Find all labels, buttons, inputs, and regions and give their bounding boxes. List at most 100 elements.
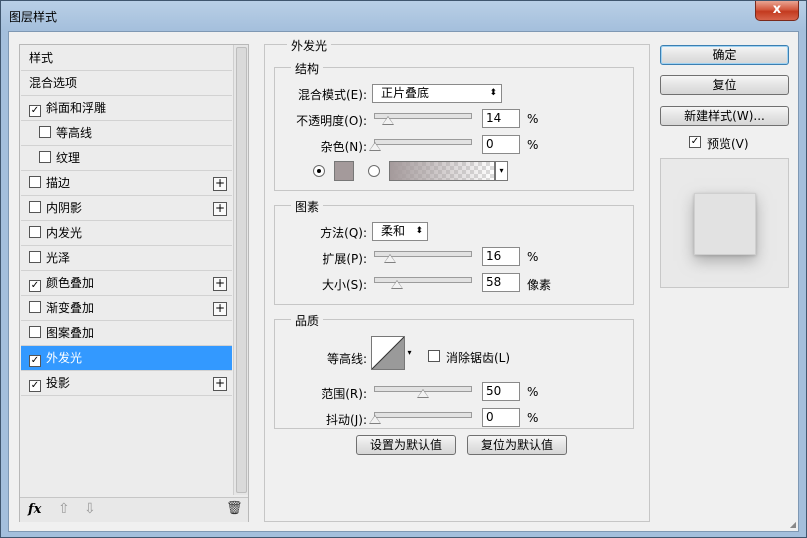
spread-unit: % — [527, 250, 539, 264]
style-item-checkbox[interactable] — [29, 301, 41, 313]
window-title: 图层样式 — [9, 10, 58, 24]
size-label: 大小(S): — [321, 278, 367, 292]
make-default-button[interactable]: 设置为默认值 — [356, 435, 456, 455]
move-up-icon[interactable]: ⇧ — [58, 501, 70, 517]
structure-title: 结构 — [291, 60, 324, 77]
select-arrow-icon: ⬍ — [415, 226, 423, 236]
gradient-dropdown-icon[interactable]: ▾ — [495, 161, 508, 181]
reset-to-default-button[interactable]: 复位为默认值 — [467, 435, 567, 455]
range-slider[interactable] — [374, 386, 472, 398]
add-style-instance-icon[interactable]: + — [213, 377, 227, 391]
ok-button[interactable]: 确定 — [660, 45, 789, 65]
style-item-checkbox[interactable]: ✓ — [29, 280, 41, 292]
elements-group: 图素 方法(Q): 柔和 ⬍ 扩展(P): 16 % 大小(S): 58 像素 — [274, 198, 634, 305]
size-input[interactable]: 58 — [482, 273, 520, 292]
range-label: 范围(R): — [321, 387, 367, 401]
new-style-button[interactable]: 新建样式(W)... — [660, 106, 789, 126]
style-item-checkbox[interactable] — [29, 201, 41, 213]
structure-group: 结构 混合模式(E): 正片叠底 ⬍ 不透明度(O): 14 % 杂色(N): … — [274, 60, 634, 191]
style-item-checkbox[interactable] — [39, 126, 51, 138]
fx-icon[interactable]: fx — [28, 502, 41, 517]
spread-slider-thumb[interactable] — [384, 254, 397, 263]
gradient-picker[interactable] — [389, 161, 495, 181]
style-item-3[interactable]: 等高线 — [21, 121, 232, 146]
reset-button[interactable]: 复位 — [660, 75, 789, 95]
jitter-slider-thumb[interactable] — [369, 415, 381, 424]
close-button[interactable]: x — [755, 1, 799, 21]
style-item-label: 颜色叠加 — [46, 276, 95, 290]
style-item-2[interactable]: ✓ 斜面和浮雕 — [21, 96, 232, 121]
style-item-checkbox[interactable] — [29, 251, 41, 263]
preview-label[interactable]: 预览(V) — [707, 135, 749, 152]
scrollbar-thumb[interactable] — [236, 47, 247, 493]
antialias-label[interactable]: 消除锯齿(L) — [446, 349, 510, 366]
range-input[interactable]: 50 — [482, 382, 520, 401]
move-down-icon[interactable]: ⇩ — [84, 501, 96, 517]
style-item-0[interactable]: 样式 — [21, 46, 232, 71]
noise-slider[interactable] — [369, 139, 472, 151]
size-slider[interactable] — [374, 277, 472, 289]
style-item-label: 图案叠加 — [46, 326, 95, 340]
noise-slider-thumb[interactable] — [369, 142, 381, 151]
opacity-label: 不透明度(O): — [296, 114, 367, 128]
title-bar[interactable]: 图层样式 x — [1, 1, 806, 31]
style-item-checkbox[interactable] — [29, 176, 41, 188]
style-item-label: 渐变叠加 — [46, 301, 95, 315]
style-item-9[interactable]: ✓ 颜色叠加 + — [21, 271, 232, 296]
style-item-5[interactable]: 描边 + — [21, 171, 232, 196]
style-item-label: 混合选项 — [29, 76, 78, 90]
style-item-checkbox[interactable] — [29, 326, 41, 338]
contour-dropdown-icon[interactable]: ▾ — [406, 336, 413, 370]
jitter-input[interactable]: 0 — [482, 408, 520, 427]
add-style-instance-icon[interactable]: + — [213, 302, 227, 316]
range-slider-thumb[interactable] — [417, 389, 429, 398]
style-item-10[interactable]: 渐变叠加 + — [21, 296, 232, 321]
noise-label: 杂色(N): — [320, 140, 367, 154]
style-item-checkbox[interactable] — [39, 151, 51, 163]
opacity-input[interactable]: 14 — [482, 109, 520, 128]
contour-picker[interactable] — [371, 336, 405, 370]
solid-color-radio[interactable] — [313, 165, 325, 177]
style-item-12[interactable]: ✓ 外发光 — [21, 346, 232, 371]
style-item-label: 纹理 — [56, 151, 81, 165]
style-item-checkbox[interactable] — [29, 226, 41, 238]
add-style-instance-icon[interactable]: + — [213, 202, 227, 216]
style-item-8[interactable]: 光泽 — [21, 246, 232, 271]
styles-list: 样式混合选项 ✓ 斜面和浮雕等高线纹理描边 + 内阴影 + 内发光 光泽 ✓ 颜色叠加 + 渐变叠加 +… — [21, 46, 232, 396]
jitter-slider[interactable] — [369, 412, 472, 424]
noise-input[interactable]: 0 — [482, 135, 520, 154]
style-item-11[interactable]: 图案叠加 — [21, 321, 232, 346]
opacity-slider-thumb[interactable] — [382, 116, 395, 125]
style-item-label: 投影 — [46, 376, 71, 390]
resize-grip-icon[interactable]: ◢ — [790, 520, 796, 529]
style-item-6[interactable]: 内阴影 + — [21, 196, 232, 221]
blend-mode-value: 正片叠底 — [381, 86, 430, 100]
spread-input[interactable]: 16 — [482, 247, 520, 266]
styles-list-scrollbar[interactable] — [233, 45, 248, 495]
quality-title: 品质 — [291, 312, 324, 329]
size-slider-thumb[interactable] — [391, 280, 404, 289]
preview-checkbox[interactable]: ✓ — [689, 136, 701, 148]
add-style-instance-icon[interactable]: + — [213, 277, 227, 291]
opacity-unit: % — [527, 112, 539, 126]
technique-select[interactable]: 柔和 ⬍ — [372, 222, 428, 241]
opacity-slider[interactable] — [374, 113, 472, 125]
style-item-4[interactable]: 纹理 — [21, 146, 232, 171]
technique-value: 柔和 — [381, 224, 406, 238]
add-style-instance-icon[interactable]: + — [213, 177, 227, 191]
trash-icon[interactable]: 🗑 — [226, 501, 243, 516]
style-item-1[interactable]: 混合选项 — [21, 71, 232, 96]
style-item-checkbox[interactable]: ✓ — [29, 105, 41, 117]
style-item-checkbox[interactable]: ✓ — [29, 355, 41, 367]
glow-color-swatch[interactable] — [334, 161, 354, 181]
spread-slider[interactable] — [374, 251, 472, 263]
noise-unit: % — [527, 138, 539, 152]
jitter-unit: % — [527, 411, 539, 425]
style-item-13[interactable]: ✓ 投影 + — [21, 371, 232, 396]
gradient-radio[interactable] — [368, 165, 380, 177]
style-item-label: 等高线 — [56, 126, 93, 140]
style-item-checkbox[interactable]: ✓ — [29, 380, 41, 392]
antialias-checkbox[interactable] — [428, 350, 440, 362]
blend-mode-select[interactable]: 正片叠底 ⬍ — [372, 84, 502, 103]
style-item-7[interactable]: 内发光 — [21, 221, 232, 246]
